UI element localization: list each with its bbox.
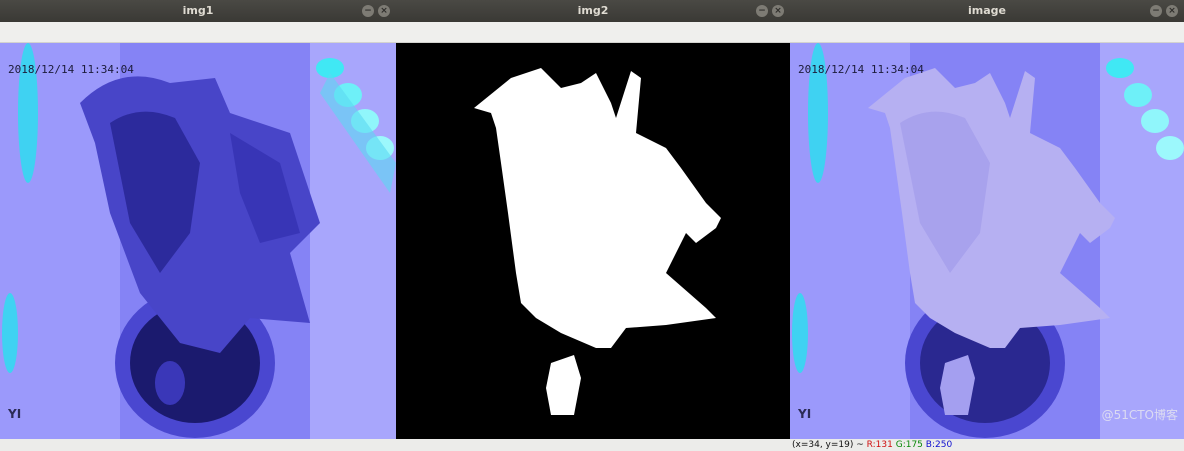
minimize-icon[interactable]: − [1150,5,1162,17]
title-bar[interactable]: img1 − × [0,0,396,22]
overlay-image [790,43,1184,439]
plant-image [0,43,396,439]
pixel-blue: B:250 [925,440,953,450]
status-bar: (x=34, y=19) ~ R:131 G:175 B:250 [790,439,1184,451]
mask-image [396,43,790,439]
window-img1: img1 − × 2018/12/14 11:34:04 YI [0,0,396,451]
minimize-icon[interactable]: − [756,5,768,17]
title-bar[interactable]: image − × [790,0,1184,22]
close-icon[interactable]: × [1166,5,1178,17]
title-bar[interactable]: img2 − × [396,0,790,22]
toolbar [396,22,790,43]
pixel-green: G:175 [895,440,923,450]
logo-text: YI [8,407,22,421]
pixel-red: R:131 [866,440,893,450]
timestamp: 2018/12/14 11:34:04 [798,63,924,76]
mask-canvas[interactable] [396,43,790,439]
window-image: image − × 2018/12/14 11:34:04 YI @51CTO博… [790,0,1184,451]
close-icon[interactable]: × [772,5,784,17]
window-title: image [968,4,1006,17]
close-icon[interactable]: × [378,5,390,17]
toolbar [0,22,396,43]
logo-text: YI [798,407,812,421]
window-title: img2 [577,4,609,17]
watermark: @51CTO博客 [1101,408,1178,422]
image-canvas[interactable]: 2018/12/14 11:34:04 YI [0,43,396,439]
status-bar [396,439,790,451]
toolbar [790,22,1184,43]
window-img2: img2 − × [396,0,790,451]
window-title: img1 [182,4,214,17]
minimize-icon[interactable]: − [362,5,374,17]
status-bar [0,439,396,451]
timestamp: 2018/12/14 11:34:04 [8,63,134,76]
image-canvas[interactable]: 2018/12/14 11:34:04 YI @51CTO博客 [790,43,1184,439]
pixel-coords: (x=34, y=19) ~ [792,440,867,450]
